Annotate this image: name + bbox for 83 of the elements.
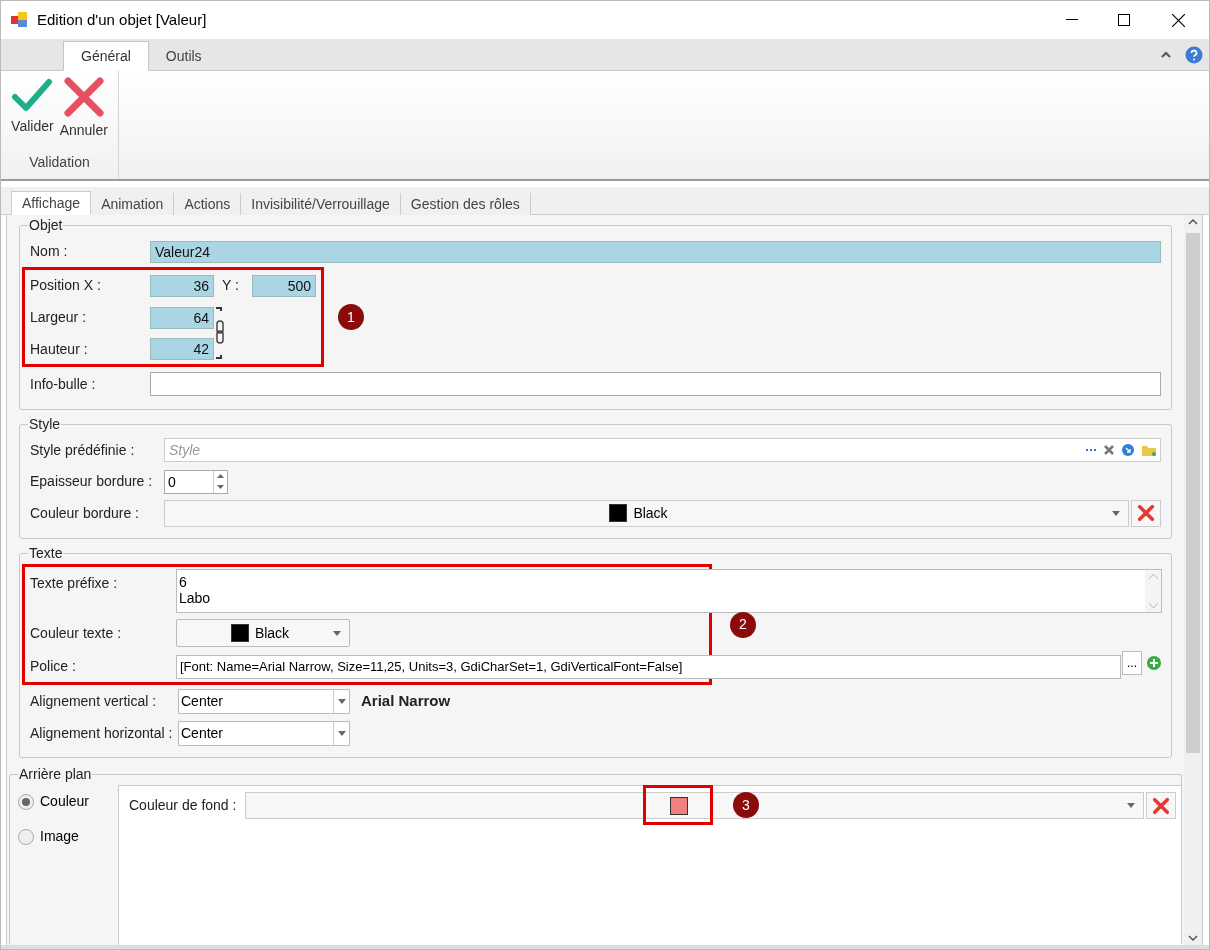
- style-field[interactable]: Style: [164, 438, 1161, 462]
- minimize-icon[interactable]: [1066, 19, 1078, 21]
- delete-icon: [1152, 796, 1170, 815]
- input-field[interactable]: 500: [252, 274, 316, 297]
- field-label: Hauteur :: [30, 339, 89, 359]
- spin-down-icon[interactable]: [217, 485, 224, 489]
- delete-icon: [1137, 504, 1155, 522]
- section-title: Style: [28, 415, 62, 434]
- folder-icon[interactable]: [1142, 444, 1156, 456]
- radio-label: Couleur: [40, 792, 90, 811]
- field-label: Texte préfixe :: [30, 574, 119, 593]
- radio-button[interactable]: [18, 793, 34, 810]
- field-label: Couleur de fond :: [129, 796, 238, 815]
- field-label: Alignement horizontal :: [30, 723, 174, 743]
- input-field[interactable]: Style: [169, 439, 1078, 461]
- input-field[interactable]: 64: [150, 306, 214, 329]
- field-label: Info-bulle :: [30, 374, 97, 394]
- dropdown[interactable]: Center: [178, 688, 350, 714]
- callout-badge: 2: [730, 611, 756, 638]
- app-icon: [11, 12, 29, 28]
- radio-button[interactable]: [18, 828, 34, 845]
- caret-icon: [337, 730, 346, 736]
- caret-icon: [337, 698, 346, 704]
- spin-up-icon[interactable]: [217, 474, 224, 478]
- ribbon-tab[interactable]: Outils: [148, 41, 219, 71]
- maximize-icon[interactable]: [1118, 14, 1130, 26]
- input-field[interactable]: 42: [150, 338, 214, 360]
- clear-icon[interactable]: [1104, 445, 1114, 455]
- spin-box[interactable]: 0: [164, 469, 228, 494]
- input-field[interactable]: 36: [150, 274, 214, 297]
- validate-button[interactable]: Valider: [9, 77, 56, 141]
- caret-icon: [333, 630, 341, 636]
- cross-icon: [62, 77, 105, 117]
- text-line: 6: [179, 574, 188, 590]
- field-label: Alignement vertical :: [30, 691, 158, 711]
- tab[interactable]: Affichage: [11, 191, 92, 215]
- caret-icon: [1127, 803, 1135, 808]
- field-label: Police :: [30, 657, 77, 676]
- ribbon-tab[interactable]: Général: [63, 41, 149, 71]
- field-label: Y :: [221, 276, 240, 295]
- browse-button[interactable]: ...: [1122, 651, 1142, 675]
- group-label: Validation: [29, 153, 90, 172]
- scroll-thumb[interactable]: [1186, 233, 1200, 753]
- field-label: Epaisseur bordure :: [30, 472, 154, 491]
- color-dropdown[interactable]: Black: [164, 499, 1129, 527]
- input-field[interactable]: [150, 372, 1161, 396]
- close-icon[interactable]: [1172, 13, 1185, 27]
- radio-label: Image: [40, 827, 79, 846]
- clear-color-button[interactable]: [1131, 499, 1161, 527]
- tab[interactable]: Animation: [91, 193, 175, 215]
- collapse-icon[interactable]: [1161, 51, 1171, 58]
- color-dropdown[interactable]: Black: [176, 619, 350, 647]
- input-field[interactable]: Valeur24: [150, 240, 1161, 263]
- dropdown[interactable]: Center: [178, 720, 350, 746]
- arrow-circle-icon[interactable]: [1122, 444, 1134, 456]
- text-line: Labo: [179, 590, 212, 606]
- field-label: Couleur texte :: [30, 623, 123, 643]
- callout-badge: 1: [338, 304, 364, 330]
- help-icon[interactable]: [1185, 45, 1203, 64]
- checkmark-icon: [11, 77, 54, 113]
- font-preview: Arial Narrow: [361, 690, 451, 711]
- scroll-down-icon[interactable]: [1188, 935, 1198, 941]
- section-title: Objet: [28, 216, 64, 235]
- highlight-frame: [643, 785, 713, 825]
- section-title: Texte: [28, 544, 64, 563]
- cancel-button[interactable]: Annuler: [57, 77, 110, 141]
- field-label: Couleur bordure :: [30, 503, 140, 523]
- caret-icon: [1112, 510, 1120, 516]
- add-icon[interactable]: [1147, 656, 1161, 670]
- field-label: Position X :: [30, 276, 102, 295]
- tab[interactable]: Actions: [174, 193, 242, 215]
- section-title: Arrière plan: [18, 765, 93, 784]
- clear-color-button[interactable]: [1146, 792, 1176, 819]
- more-icon[interactable]: [1086, 448, 1096, 452]
- tab[interactable]: Invisibilité/Verrouillage: [241, 193, 401, 215]
- font-field[interactable]: [Font: Name=Arial Narrow, Size=11,25, Units=3, GdiCharSet=1, GdiVerticalFont=False]: [176, 654, 1121, 679]
- field-label: Largeur :: [30, 308, 88, 327]
- field-label: Style prédéfinie :: [30, 440, 136, 460]
- scroll-up-icon[interactable]: [1188, 219, 1198, 225]
- link-icon[interactable]: [215, 307, 225, 359]
- tab[interactable]: Gestion des rôles: [400, 193, 531, 215]
- field-label: Nom :: [30, 242, 69, 261]
- window-title: Edition d'un objet [Valeur]: [37, 9, 207, 30]
